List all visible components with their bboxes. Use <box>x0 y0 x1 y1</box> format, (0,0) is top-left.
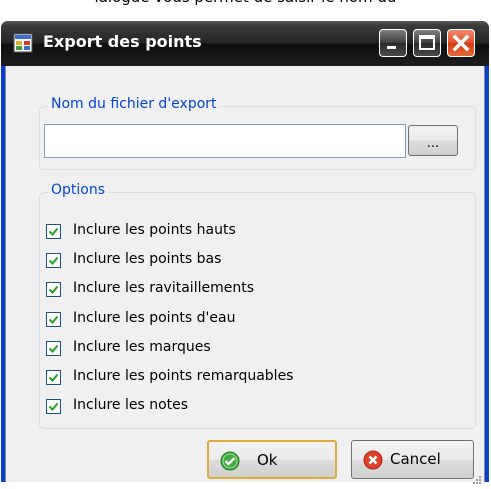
checkbox[interactable] <box>46 370 61 385</box>
option-label: Inclure les points remarquables <box>73 368 294 384</box>
background-text: ialogue vous permet de saisir le nom du <box>0 0 491 12</box>
ok-button[interactable]: Ok <box>207 440 337 479</box>
check-icon <box>48 227 59 236</box>
cancel-circle-icon <box>363 450 383 474</box>
options-legend: Options <box>48 182 109 198</box>
minimize-button[interactable] <box>379 29 407 57</box>
cancel-button-label: Cancel <box>390 450 441 468</box>
cancel-button[interactable]: Cancel <box>351 440 474 479</box>
maximize-button[interactable] <box>413 29 441 57</box>
check-icon <box>48 315 59 324</box>
option-label: Inclure les notes <box>73 397 189 413</box>
app-icon <box>13 33 33 53</box>
close-button[interactable] <box>447 29 475 57</box>
checkbox[interactable] <box>46 341 61 356</box>
browse-button-label: ... <box>426 136 440 151</box>
title-bar[interactable]: Export des points <box>1 21 489 66</box>
checkbox[interactable] <box>46 312 61 327</box>
option-label: Inclure les points bas <box>73 251 222 267</box>
check-circle-icon <box>220 451 240 475</box>
ok-button-label: Ok <box>257 451 278 469</box>
option-label: Inclure les marques <box>73 339 211 355</box>
close-icon <box>452 34 470 52</box>
dialog-client-area: Nom du fichier d'export ... Options Incl… <box>5 66 485 484</box>
checkbox[interactable] <box>46 253 61 268</box>
check-icon <box>48 402 59 411</box>
minimize-icon <box>387 46 396 49</box>
check-icon <box>48 373 59 382</box>
export-file-legend: Nom du fichier d'export <box>48 96 220 112</box>
option-label: Inclure les points d'eau <box>73 310 236 326</box>
resize-grip-icon[interactable] <box>472 470 482 484</box>
check-icon <box>48 285 59 294</box>
export-dialog: Export des points Nom du fichier d'expor… <box>1 21 489 484</box>
check-icon <box>48 256 59 265</box>
window-title: Export des points <box>43 32 202 51</box>
checkbox[interactable] <box>46 399 61 414</box>
option-label: Inclure les ravitaillements <box>73 280 254 296</box>
browse-button[interactable]: ... <box>408 125 458 156</box>
maximize-icon <box>419 35 435 50</box>
option-label: Inclure les points hauts <box>73 222 236 238</box>
export-file-input[interactable] <box>44 124 406 158</box>
checkbox[interactable] <box>46 282 61 297</box>
checkbox[interactable] <box>46 224 61 239</box>
check-icon <box>48 344 59 353</box>
